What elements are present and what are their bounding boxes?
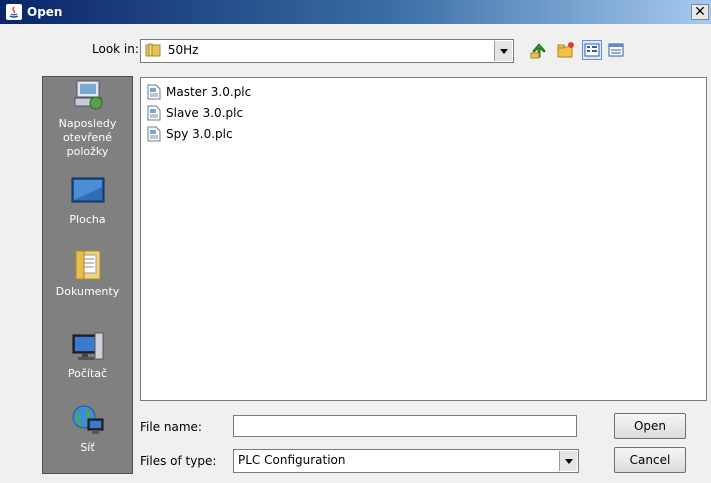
places-sidebar: Naposledy otevřené položky Plocha Dokume… [42, 76, 133, 474]
look-in-label: Look in: [92, 42, 139, 56]
look-in-value: 50Hz [167, 43, 199, 57]
file-name-label: File name: [140, 420, 202, 434]
sidebar-item-desktop[interactable]: Plocha [43, 175, 132, 227]
file-type-value: PLC Configuration [238, 453, 346, 467]
file-name-input[interactable] [233, 415, 577, 437]
open-button[interactable]: Open [614, 413, 686, 439]
create-new-folder-icon[interactable] [556, 40, 576, 60]
file-list[interactable]: Master 3.0.plc Slave 3.0.plc Spy 3.0.plc [140, 77, 707, 401]
sidebar-item-recent[interactable]: Naposledy otevřené položky [43, 79, 132, 159]
sidebar-item-computer[interactable]: Počítač [43, 329, 132, 381]
computer-icon [71, 329, 105, 363]
file-name: Master 3.0.plc [166, 85, 252, 99]
sidebar-item-network[interactable]: Síť [43, 403, 132, 455]
up-one-level-icon[interactable] [529, 40, 549, 60]
folder-icon [145, 43, 161, 57]
close-icon[interactable]: ✕ [691, 4, 709, 20]
title-bar: Open ✕ [0, 0, 711, 24]
cancel-button[interactable]: Cancel [614, 447, 686, 473]
chevron-down-icon[interactable] [559, 451, 577, 471]
sidebar-item-label: Dokumenty [55, 285, 120, 298]
sidebar-item-label: Plocha [69, 213, 106, 226]
details-view-icon[interactable] [606, 40, 626, 60]
sidebar-item-label: Síť [80, 441, 95, 454]
file-type-combo[interactable]: PLC Configuration [233, 449, 579, 473]
java-app-icon [6, 4, 22, 20]
chevron-down-icon[interactable] [494, 41, 512, 61]
documents-folder-icon [71, 247, 105, 281]
plc-file-icon [147, 105, 161, 121]
file-name: Spy 3.0.plc [166, 127, 233, 141]
file-type-label: Files of type: [140, 454, 217, 468]
list-view-icon[interactable] [582, 40, 602, 60]
desktop-icon [71, 175, 105, 209]
file-name: Slave 3.0.plc [166, 106, 244, 120]
network-icon [71, 403, 105, 437]
look-in-combo[interactable]: 50Hz [140, 39, 514, 63]
window-title: Open [27, 5, 63, 19]
recent-items-icon [71, 79, 105, 113]
sidebar-item-label: Počítač [67, 367, 108, 380]
sidebar-item-documents[interactable]: Dokumenty [43, 247, 132, 299]
sidebar-item-label: Naposledy otevřené položky [58, 117, 117, 158]
plc-file-icon [147, 126, 161, 142]
plc-file-icon [147, 84, 161, 100]
